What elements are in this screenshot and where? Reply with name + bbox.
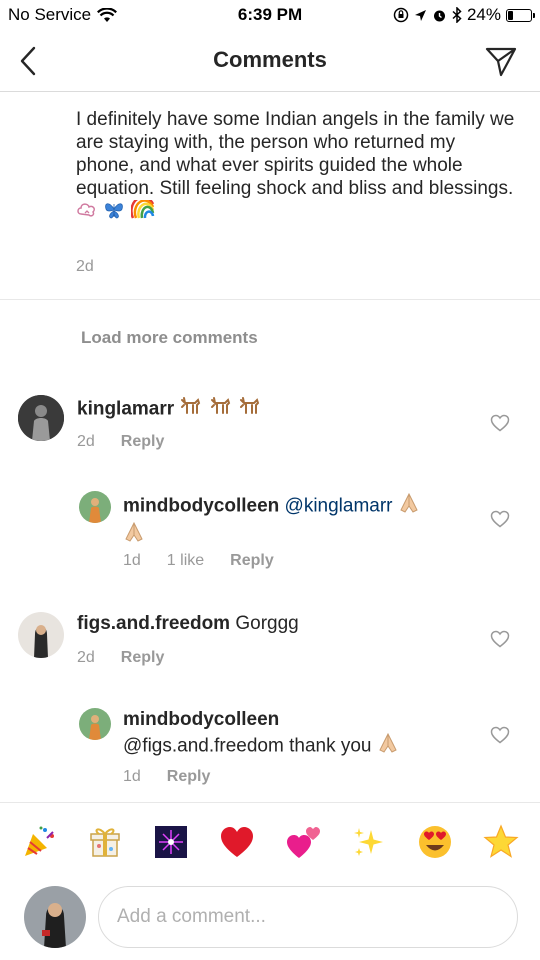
comment-username[interactable]: mindbodycolleen: [123, 709, 279, 730]
like-heart-icon[interactable]: [490, 630, 510, 648]
caption-timestamp: 2d: [76, 258, 94, 275]
avatar[interactable]: [18, 612, 64, 658]
comment-body: kinglamarr: [77, 396, 262, 423]
bluetooth-icon: [452, 7, 462, 23]
comment-meta: 2d Reply: [77, 433, 164, 451]
party-popper-emoji-button[interactable]: [19, 822, 59, 862]
comment-timestamp: 2d: [77, 433, 95, 450]
profile-photo-icon: [79, 491, 111, 523]
star-icon: [483, 824, 519, 858]
caption-text: I definitely have some Indian angels in …: [76, 109, 515, 199]
direct-send-icon[interactable]: [484, 44, 518, 78]
fireworks-icon: [155, 826, 187, 858]
red-heart-icon: [221, 827, 253, 857]
comment-meta: 2d Reply: [77, 649, 164, 667]
comment-emoji: [123, 521, 145, 550]
like-heart-icon[interactable]: [490, 726, 510, 744]
rotation-lock-icon: [393, 7, 409, 23]
comment-meta: 1d 1 like Reply: [123, 552, 274, 570]
comment-username[interactable]: kinglamarr: [77, 399, 174, 420]
sparkles-icon: [354, 828, 383, 856]
profile-photo-icon: [18, 395, 64, 441]
avatar[interactable]: [79, 708, 111, 740]
heart-eyes-icon: [419, 826, 451, 858]
butterfly-icon: [105, 203, 124, 219]
caption-emoji: [76, 195, 155, 226]
folded-hands-icon: [400, 492, 418, 513]
comment-input-container[interactable]: [98, 886, 518, 948]
comment-input[interactable]: [99, 887, 517, 947]
load-more-comments-link[interactable]: Load more comments: [81, 328, 258, 348]
reply-button[interactable]: Reply: [230, 552, 274, 570]
party-popper-icon: [25, 826, 54, 856]
like-heart-icon[interactable]: [490, 510, 510, 528]
heart-eyes-emoji-button[interactable]: [415, 822, 455, 862]
battery-level: [508, 10, 514, 20]
page-title: Comments: [213, 47, 327, 72]
comment-body: mindbodycolleen @figs.and.freedom thank …: [123, 708, 463, 761]
red-heart-emoji-button[interactable]: [217, 822, 257, 862]
star-emoji-button[interactable]: [481, 822, 521, 862]
battery-percent: 24%: [466, 5, 501, 24]
profile-photo-icon: [18, 612, 64, 658]
sparkles-emoji-button[interactable]: [349, 822, 389, 862]
folded-hands-icon: [125, 521, 143, 542]
two-hearts-icon: [287, 827, 320, 858]
like-count[interactable]: 1 like: [167, 552, 204, 570]
comment-timestamp: 1d: [123, 552, 141, 569]
comment-text: @kinglamarr: [284, 495, 393, 517]
cloud-heart-icon: [77, 203, 95, 217]
comment-body: mindbodycolleen @kinglamarr: [123, 492, 453, 550]
battery-icon: [506, 8, 535, 22]
comment-timestamp: 1d: [123, 768, 141, 785]
gift-emoji-button[interactable]: [85, 822, 125, 862]
status-bar: No Service 6:39 PM 24%: [0, 0, 540, 30]
gift-icon: [90, 828, 120, 857]
fireworks-emoji-button[interactable]: [151, 822, 191, 862]
comment-username[interactable]: mindbodycolleen: [123, 496, 279, 517]
deer-icon: [210, 397, 230, 414]
profile-photo-icon: [79, 708, 111, 740]
reply-button[interactable]: Reply: [121, 649, 165, 667]
like-heart-icon[interactable]: [490, 414, 510, 432]
comment-emoji: [398, 492, 420, 521]
comment-meta: 1d Reply: [123, 768, 210, 786]
location-icon: [414, 9, 426, 21]
my-avatar: [24, 886, 86, 948]
two-hearts-emoji-button[interactable]: [283, 822, 323, 862]
alarm-icon: [433, 10, 445, 21]
nav-bar: Comments: [0, 30, 540, 92]
folded-hands-icon: [379, 732, 397, 753]
comment-username[interactable]: figs.and.freedom: [77, 613, 230, 634]
divider: [0, 299, 540, 300]
comment-text: Gorggg: [235, 613, 299, 634]
comment-body: figs.and.freedom Gorggg: [77, 612, 299, 636]
rainbow-icon: [129, 195, 154, 219]
deer-icon: [181, 397, 201, 414]
comment-emoji: [179, 396, 262, 423]
avatar[interactable]: [18, 395, 64, 441]
divider: [0, 802, 540, 803]
profile-photo-icon: [24, 886, 86, 948]
post-caption: I definitely have some Indian angels in …: [76, 108, 516, 226]
reply-button[interactable]: Reply: [167, 768, 211, 786]
comment-timestamp: 2d: [77, 649, 95, 666]
comment-emoji: [377, 732, 399, 761]
deer-icon: [240, 397, 260, 414]
comment-text: @figs.and.freedom thank you: [123, 735, 372, 757]
emoji-quick-bar: [0, 810, 540, 874]
avatar[interactable]: [79, 491, 111, 523]
reply-button[interactable]: Reply: [121, 433, 165, 451]
